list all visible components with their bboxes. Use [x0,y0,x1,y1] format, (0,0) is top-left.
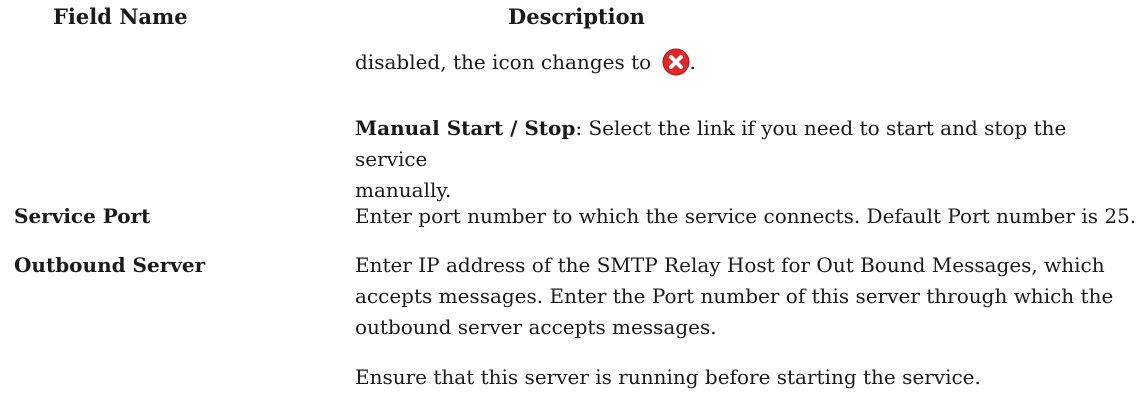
outbound-server-note: Ensure that this server is running befor… [355,365,981,389]
manual-start-stop-paragraph: Manual Start / Stop: Select the link if … [355,113,1137,206]
outbound-desc-line-1: Enter IP address of the SMTP Relay Host … [355,253,1105,277]
manual-start-stop-label: Manual Start / Stop [355,116,576,140]
disabled-text: disabled, the icon changes to [355,50,652,74]
field-name-header: Field Name [53,4,188,29]
outbound-desc-line-3: outbound server accepts messages. [355,315,717,339]
service-port-description: Enter port number to which the service c… [355,204,1137,228]
description-header: Description [508,4,645,29]
manual-start-stop-text-2: manually. [355,178,452,202]
period: . [689,50,696,74]
outbound-server-label: Outbound Server [14,253,206,277]
outbound-desc-line-2: accepts messages. Enter the Port number … [355,284,1114,308]
disabled-icon-sentence: disabled, the icon changes to . [355,47,696,78]
red-x-circle-icon [662,48,690,76]
service-port-label: Service Port [14,204,151,228]
outbound-server-description: Enter IP address of the SMTP Relay Host … [355,250,1113,343]
